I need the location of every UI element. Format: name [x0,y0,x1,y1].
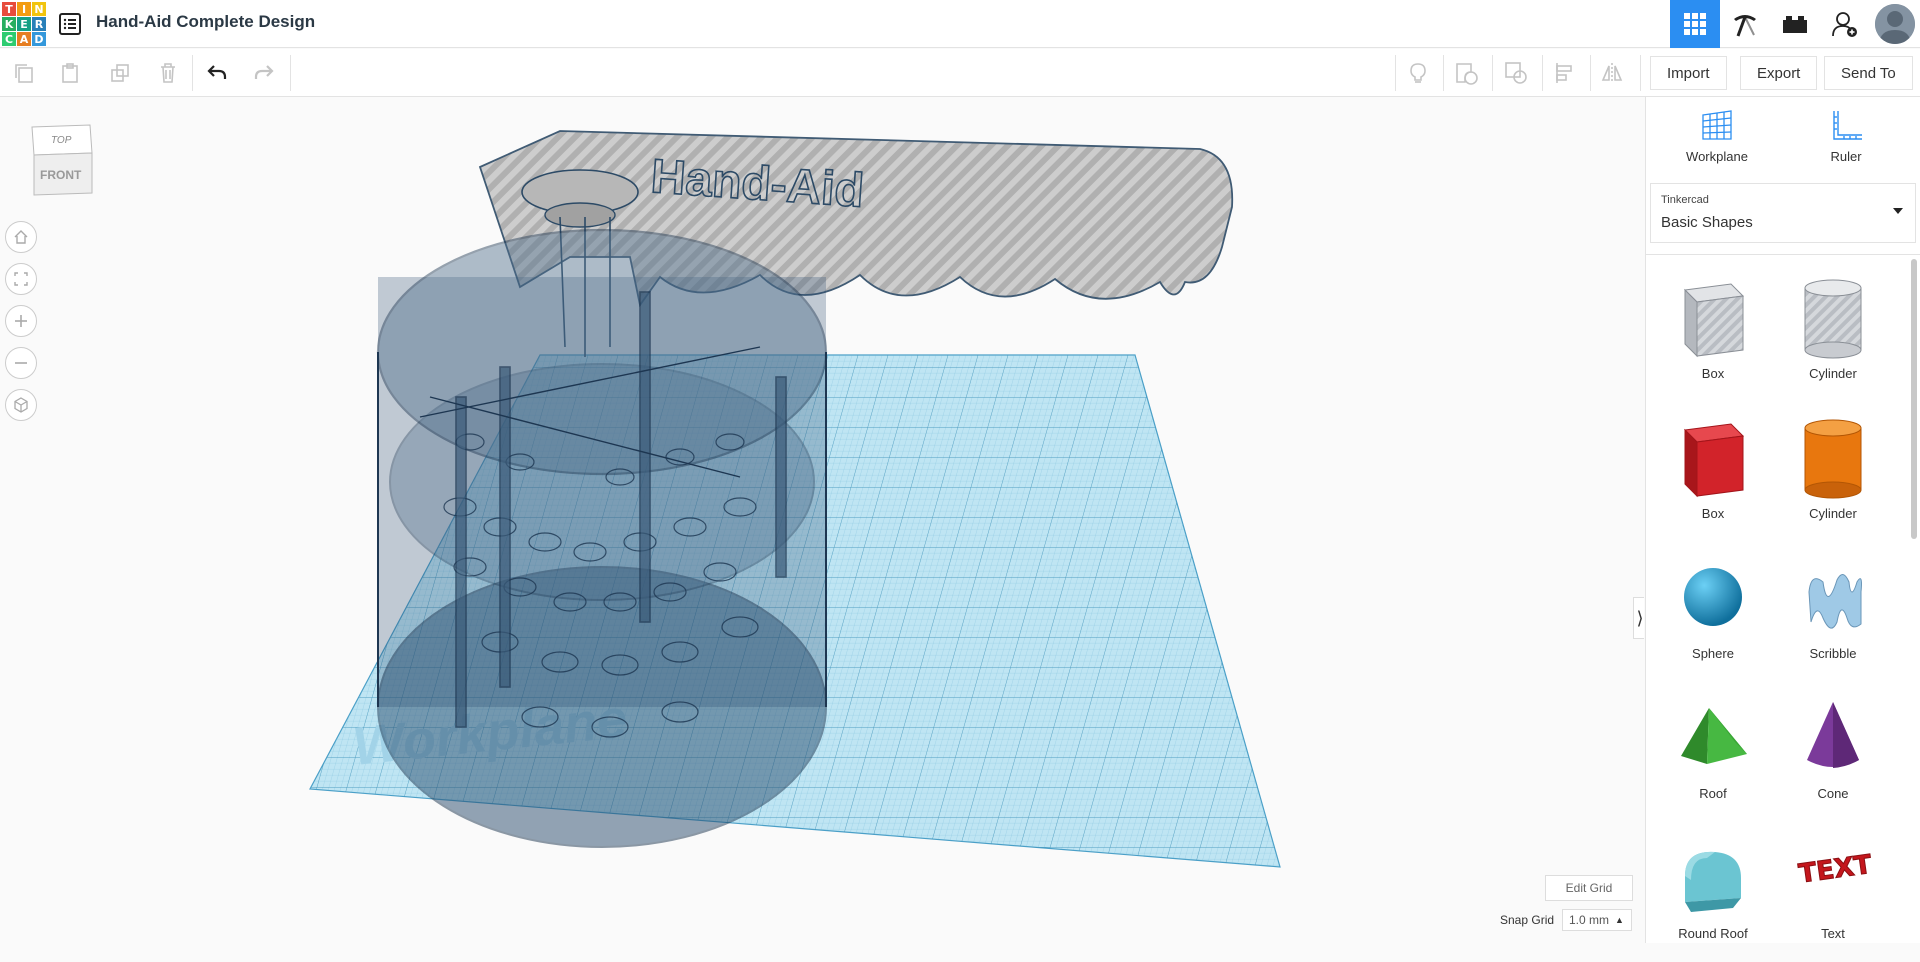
ruler-tool-label: Ruler [1830,149,1862,164]
text-shape-icon: TEXT [1796,849,1874,890]
cylinder-hole-icon [1804,279,1862,359]
shapes-panel: Workplane Ruler Tinkercad Basic Shapes B… [1645,97,1920,943]
workplane-tool-button[interactable]: Workplane [1672,107,1762,177]
workplane-tool-label: Workplane [1686,149,1748,164]
logo-letter: T [2,2,16,16]
scribble-icon [1808,574,1862,629]
fit-view-icon[interactable] [5,263,37,295]
shape-label: Round Roof [1678,926,1748,941]
shape-cylinder-hole[interactable]: Cylinder [1778,272,1888,402]
snap-grid-label: Snap Grid [1500,913,1555,927]
add-user-icon[interactable] [1820,0,1870,48]
workplane-icon [1702,110,1732,140]
cone-icon [1807,702,1859,768]
send-to-button[interactable]: Send To [1824,56,1913,90]
box-solid-icon [1683,423,1745,498]
box-hole-icon [1683,283,1745,358]
scene-canvas[interactable]: Workplane Hand-Aid [0,97,1644,943]
round-roof-icon [1685,851,1741,912]
shape-cylinder-solid[interactable]: Cylinder [1778,412,1888,542]
logo-letter: N [32,2,46,16]
logo-letter: D [32,32,46,46]
shape-label: Cylinder [1809,366,1857,381]
top-bar: TIN KER CAD Hand-Aid Complete Design [0,0,1920,48]
shape-label: Sphere [1692,646,1734,661]
svg-text:TEXT: TEXT [1797,850,1874,890]
ruler-tool-button[interactable]: Ruler [1801,107,1891,177]
shape-cone[interactable]: Cone [1778,692,1888,822]
shape-box-solid[interactable]: Box [1658,412,1768,542]
shape-label: Roof [1699,786,1727,801]
edit-grid-button[interactable]: Edit Grid [1545,875,1633,901]
align-icon[interactable] [1551,59,1579,87]
zoom-in-icon[interactable] [5,305,37,337]
shape-label: Box [1701,506,1725,521]
snap-grid-select[interactable]: 1.0 mm ▲ [1562,909,1632,931]
import-button[interactable]: Import [1650,56,1727,90]
delete-icon[interactable] [154,59,182,87]
logo-letter: K [2,17,16,31]
export-button[interactable]: Export [1740,56,1818,90]
group-icon[interactable] [1452,59,1480,87]
paste-icon[interactable] [56,59,84,87]
ruler-icon [1833,111,1862,140]
collapse-panel-button[interactable]: ⟩ [1633,597,1644,639]
shape-label: Scribble [1809,646,1857,661]
shape-library-select[interactable]: Tinkercad Basic Shapes [1650,183,1916,243]
home-view-icon[interactable] [5,221,37,253]
cylinder-container-model[interactable] [376,228,828,848]
svg-text:TOP: TOP [51,135,72,146]
library-name: Basic Shapes [1661,214,1753,231]
panel-scrollbar[interactable] [1911,259,1917,539]
copy-icon[interactable] [10,59,38,87]
chevron-right-icon: ⟩ [1636,607,1644,628]
dropdown-caret-icon [1893,208,1903,214]
shape-label: Box [1701,366,1725,381]
shape-label: Text [1821,926,1845,941]
logo-letter: A [17,32,31,46]
cylinder-solid-icon [1804,419,1862,499]
shape-scribble[interactable]: Scribble [1778,552,1888,682]
blocks-pickaxe-icon[interactable] [1720,0,1770,48]
duplicate-icon[interactable] [106,59,134,87]
logo-letter: E [17,17,31,31]
shape-box-hole[interactable]: Box [1658,272,1768,402]
shape-roof[interactable]: Roof [1658,692,1768,822]
snap-grid-value: 1.0 mm [1569,913,1610,927]
mirror-icon[interactable] [1598,59,1626,87]
library-source: Tinkercad [1661,194,1709,206]
sphere-icon [1684,568,1742,626]
lightbulb-icon[interactable] [1404,59,1432,87]
design-title[interactable]: Hand-Aid Complete Design [96,12,315,32]
caret-up-icon: ▲ [1615,915,1624,925]
perspective-icon[interactable] [5,389,37,421]
undo-icon[interactable] [203,59,231,87]
design-list-icon[interactable] [56,10,84,38]
3d-viewport[interactable]: Workplane Hand-Aid [0,97,1644,943]
shape-sphere[interactable]: Sphere [1658,552,1768,682]
logo-letter: R [32,17,46,31]
edit-toolbar: Import Export Send To [0,49,1920,97]
logo-letter: I [17,2,31,16]
3d-view-grid-icon[interactable] [1670,0,1720,48]
svg-text:FRONT: FRONT [40,168,82,182]
zoom-out-icon[interactable] [5,347,37,379]
shape-label: Cylinder [1809,506,1857,521]
redo-icon[interactable] [250,59,278,87]
logo-letter: C [2,32,16,46]
tinkercad-logo[interactable]: TIN KER CAD [0,0,46,46]
roof-icon [1681,708,1747,764]
view-cube[interactable]: TOP FRONT [26,123,96,203]
bricks-icon[interactable] [1770,0,1820,48]
shape-label: Cone [1817,786,1849,801]
ungroup-icon[interactable] [1502,59,1530,87]
user-avatar[interactable] [1870,0,1920,48]
